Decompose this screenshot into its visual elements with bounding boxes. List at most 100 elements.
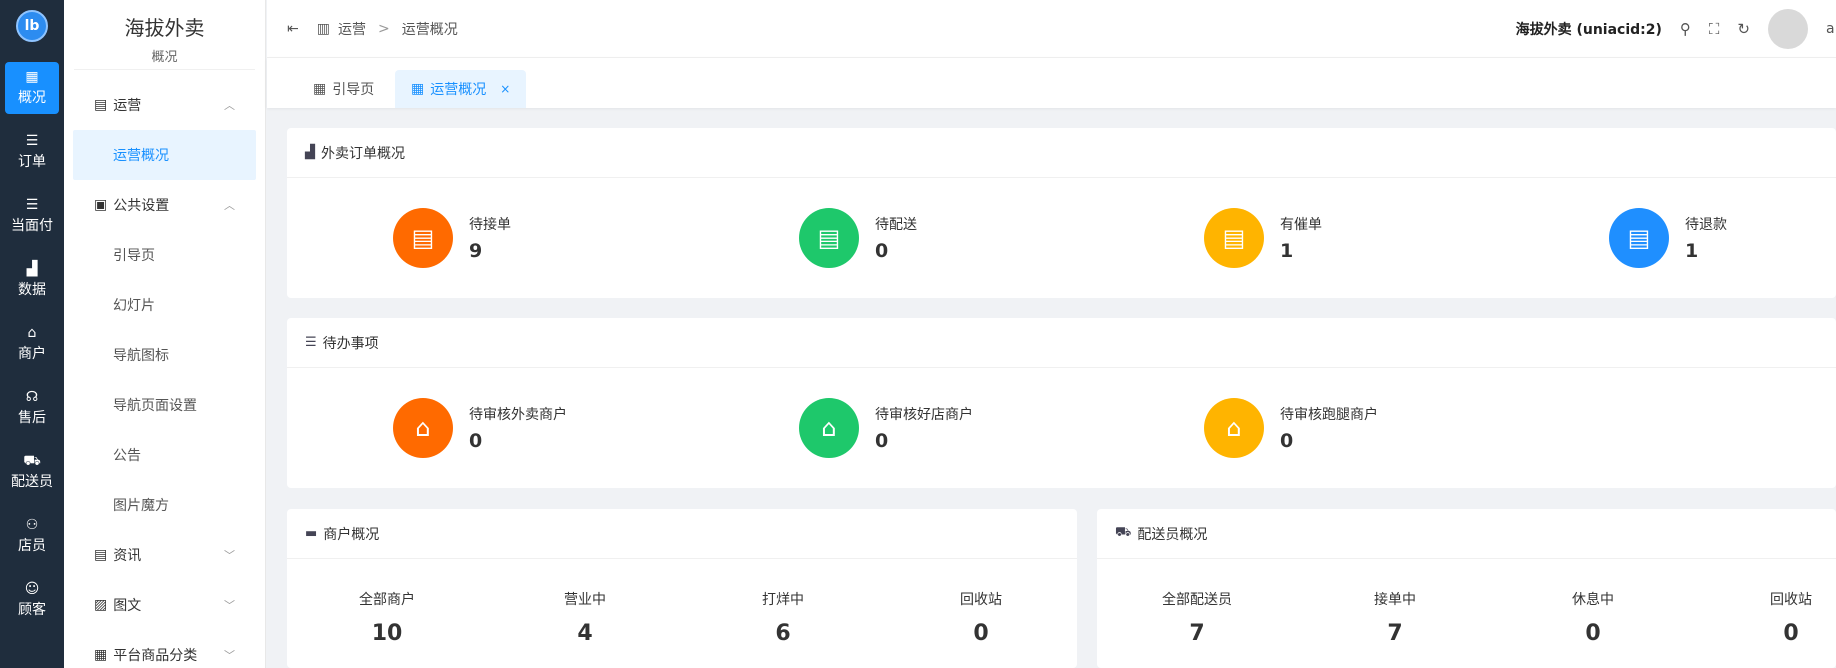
- refresh-icon[interactable]: ↻: [1737, 20, 1750, 38]
- merchant-stat-open[interactable]: 营业中 4: [525, 589, 645, 646]
- search-icon[interactable]: ⚲: [1680, 20, 1691, 38]
- sidebar-group-platform-category[interactable]: ▦ 平台商品分类 ﹀: [64, 630, 265, 668]
- rail-label: 配送员: [11, 474, 53, 490]
- grid-icon: ▦: [313, 81, 327, 97]
- delivery-icon: ⛟: [1115, 525, 1132, 540]
- merchant-stat-recycle[interactable]: 回收站 0: [921, 589, 1041, 646]
- group-label: 公共设置: [113, 198, 170, 214]
- rail-item-merchants[interactable]: ⌂ 商户: [0, 312, 64, 376]
- group-label: 资讯: [113, 548, 142, 564]
- sidebar-item-nav-page-settings[interactable]: 导航页面设置: [64, 380, 265, 430]
- tasks-icon: ☰: [305, 335, 317, 350]
- headset-icon: ☊: [25, 389, 39, 405]
- sidebar-item-guide[interactable]: 引导页: [64, 230, 265, 280]
- collapse-menu-icon[interactable]: ⇤: [287, 21, 299, 37]
- stat-review-errand-merchant[interactable]: ⌂ 待审核跑腿商户 0: [1204, 398, 1378, 458]
- orders-overview-card: ▟ 外卖订单概况 ▤ 待接单 9 ▤ 待配送 0 ▤ 有催单 1 ▤ 待退款 1: [287, 128, 1836, 298]
- card-header: ▬ 商户概况: [287, 509, 1077, 559]
- store-icon: ⌂: [1204, 398, 1264, 458]
- rider-stat-accepting[interactable]: 接单中 7: [1335, 589, 1455, 646]
- stat-pending-accept[interactable]: ▤ 待接单 9: [393, 208, 511, 268]
- store-icon: ⌂: [799, 398, 859, 458]
- app-logo[interactable]: lb: [0, 0, 64, 52]
- stat-review-good-store-merchant[interactable]: ⌂ 待审核好店商户 0: [799, 398, 973, 458]
- avatar[interactable]: [1768, 9, 1808, 49]
- breadcrumb-item[interactable]: 运营: [338, 19, 366, 39]
- top-header: ⇤ ▥ 运营 > 运营概况 海拔外卖 (uniacid:2) ⚲ ⛶ ↻ a: [267, 0, 1836, 58]
- sidebar-group-public-settings[interactable]: ▣ 公共设置 ︿: [64, 180, 265, 230]
- sidebar-item-nav-icons[interactable]: 导航图标: [64, 330, 265, 380]
- rail-item-facepay[interactable]: ☰ 当面付: [0, 184, 64, 248]
- stat-review-takeout-merchant[interactable]: ⌂ 待审核外卖商户 0: [393, 398, 567, 458]
- tabs-bar: ▦ 引导页 ▦ 运营概况 ×: [267, 58, 1836, 108]
- stat-label: 待审核跑腿商户: [1280, 407, 1378, 423]
- list-icon: ☰: [25, 133, 39, 149]
- card-title: 待办事项: [322, 335, 379, 352]
- sidebar-item-notice[interactable]: 公告: [64, 430, 265, 480]
- fullscreen-icon[interactable]: ⛶: [1709, 20, 1720, 38]
- user-circle-icon: ☺: [24, 581, 40, 597]
- stat-value: 7: [1387, 621, 1403, 646]
- card-title: 外卖订单概况: [321, 145, 405, 162]
- news-icon: ▤: [94, 547, 108, 563]
- chevron-down-icon: ﹀: [224, 649, 235, 662]
- image-icon: ▣: [94, 197, 108, 213]
- stat-value: 7: [1189, 621, 1205, 646]
- account-title: 海拔外卖 (uniacid:2): [1515, 22, 1662, 38]
- grid-icon: ▦: [411, 81, 425, 97]
- stat-reminders[interactable]: ▤ 有催单 1: [1204, 208, 1322, 268]
- stat-pending-delivery[interactable]: ▤ 待配送 0: [799, 208, 917, 268]
- stat-value: 0: [875, 240, 889, 262]
- sidebar-item-operations-overview[interactable]: 运营概况: [73, 130, 256, 180]
- rail-label: 店员: [18, 538, 46, 554]
- stat-value: 0: [1280, 430, 1294, 452]
- rider-stat-all[interactable]: 全部配送员 7: [1137, 589, 1257, 646]
- group-label: 图文: [113, 598, 142, 614]
- clipboard-icon: ▤: [799, 208, 859, 268]
- stat-label: 全部商户: [359, 592, 415, 608]
- stat-label: 回收站: [1770, 592, 1812, 608]
- store-icon: ⌂: [27, 325, 37, 341]
- merchant-stat-all[interactable]: 全部商户 10: [327, 589, 447, 646]
- rail-item-overview[interactable]: ▦ 概况: [5, 62, 59, 114]
- stat-label: 待配送: [875, 217, 917, 233]
- logo-icon: lb: [16, 10, 48, 42]
- rider-stat-recycle[interactable]: 回收站 0: [1731, 589, 1836, 646]
- brand-name: 海拔外卖: [124, 16, 205, 40]
- sidebar-item-slides[interactable]: 幻灯片: [64, 280, 265, 330]
- rail-item-orders[interactable]: ☰ 订单: [0, 120, 64, 184]
- rail-item-customers[interactable]: ☺ 顾客: [0, 568, 64, 632]
- brand-subtitle: 概况: [151, 50, 178, 65]
- todo-card: ☰ 待办事项 ⌂ 待审核外卖商户 0 ⌂ 待审核好店商户 0 ⌂ 待审核跑腿商户 0: [287, 318, 1836, 488]
- rail-item-aftersales[interactable]: ☊ 售后: [0, 376, 64, 440]
- sidebar-group-operations[interactable]: ▤ 运营 ︿: [64, 80, 265, 130]
- stat-label: 打烊中: [762, 592, 804, 608]
- rail-label: 订单: [18, 154, 46, 170]
- chevron-down-icon: ﹀: [224, 599, 235, 612]
- chevron-up-icon: ︿: [224, 99, 235, 112]
- tab-guide[interactable]: ▦ 引导页: [297, 70, 390, 108]
- list-icon: ☰: [25, 197, 39, 213]
- merchant-stat-closed[interactable]: 打烊中 6: [723, 589, 843, 646]
- sidebar-group-news[interactable]: ▤ 资讯 ﹀: [64, 530, 265, 580]
- grid-icon: ▦: [25, 69, 39, 85]
- building-icon: ▥: [316, 20, 330, 37]
- rail-label: 商户: [18, 346, 46, 362]
- sidebar-item-image-cube[interactable]: 图片魔方: [64, 480, 265, 530]
- tab-operations-overview[interactable]: ▦ 运营概况 ×: [395, 70, 527, 108]
- card-title: 配送员概况: [1137, 526, 1208, 543]
- group-label: 运营: [113, 98, 142, 114]
- rail-item-clerks[interactable]: ⚇ 店员: [0, 504, 64, 568]
- close-icon[interactable]: ×: [500, 82, 510, 96]
- bar-chart-icon: ▟: [305, 145, 315, 160]
- sidebar-group-graphics[interactable]: ▨ 图文 ﹀: [64, 580, 265, 630]
- user-name[interactable]: a: [1826, 21, 1836, 37]
- rail-item-riders[interactable]: ⛟ 配送员: [0, 440, 64, 504]
- stat-pending-refund[interactable]: ▤ 待退款 1: [1609, 208, 1727, 268]
- rail-item-data[interactable]: ▟ 数据: [0, 248, 64, 312]
- category-icon: ▦: [94, 647, 108, 663]
- riders-overview-card: ⛟ 配送员概况 全部配送员 7 接单中 7 休息中 0 回收站 0: [1097, 509, 1836, 668]
- operations-icon: ▤: [94, 97, 108, 113]
- rail-label: 当面付: [11, 218, 53, 234]
- rider-stat-resting[interactable]: 休息中 0: [1533, 589, 1653, 646]
